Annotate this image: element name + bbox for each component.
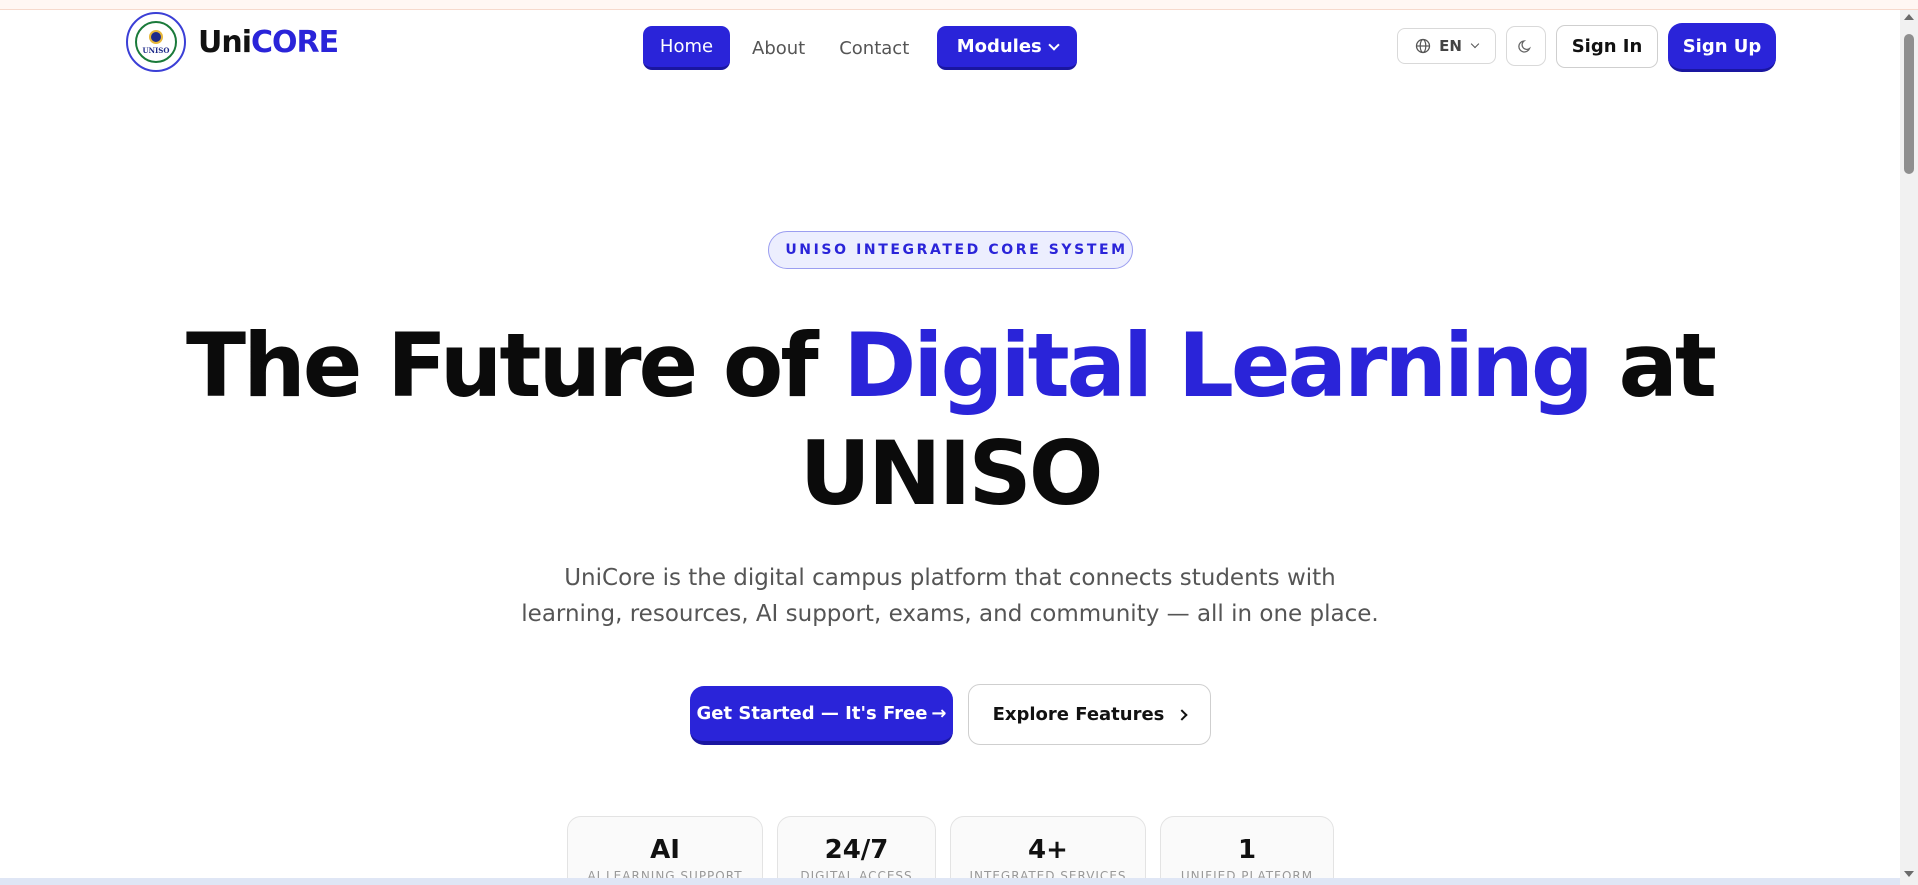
stat-value: 4+ xyxy=(1028,835,1068,865)
hero-eyebrow-badge: UNISO INTEGRATED CORE SYSTEM xyxy=(768,231,1133,269)
browser-top-strip xyxy=(0,0,1918,10)
brand-name-part1: Uni xyxy=(198,24,252,60)
brand-wordmark: UniCORE xyxy=(198,24,339,60)
headline-text-end: at xyxy=(1590,314,1716,417)
get-started-button[interactable]: Get Started — It's Free → xyxy=(690,686,953,745)
subtitle-line2: learning, resources, AI support, exams, … xyxy=(521,601,1379,627)
stat-card-platform: 1 UNIFIED PLATFORM xyxy=(1160,816,1334,885)
nav-home-link[interactable]: Home xyxy=(643,26,730,70)
stat-card-ai: AI AI LEARNING SUPPORT xyxy=(567,816,763,885)
explore-features-label: Explore Features xyxy=(992,704,1165,725)
hero-headline: The Future of Digital Learning at UNISO xyxy=(0,312,1900,528)
stat-value: 1 xyxy=(1237,835,1257,865)
subtitle-line1: UniCore is the digital campus platform t… xyxy=(564,565,1336,591)
chevron-down-icon xyxy=(1048,38,1060,51)
sign-in-button[interactable]: Sign In xyxy=(1556,25,1658,68)
modules-dropdown-button[interactable]: Modules xyxy=(937,26,1078,70)
scroll-down-arrow-icon[interactable] xyxy=(1904,871,1914,877)
chevron-down-icon xyxy=(1470,39,1480,49)
headline-text-start: The Future of xyxy=(186,314,844,417)
chevron-right-icon xyxy=(1176,708,1189,721)
headline-line2: UNISO xyxy=(799,422,1103,525)
nav-about-link[interactable]: About xyxy=(752,38,805,59)
headline-accent: Digital Learning xyxy=(843,314,1594,417)
nav-contact-link[interactable]: Contact xyxy=(839,38,909,59)
stat-card-access: 24/7 DIGITAL ACCESS xyxy=(777,816,936,885)
hero-subtitle: UniCore is the digital campus platform t… xyxy=(0,560,1900,632)
sign-up-button[interactable]: Sign Up xyxy=(1668,23,1776,72)
scroll-thumb[interactable] xyxy=(1904,34,1914,174)
main-nav: Home About Contact Modules xyxy=(643,26,1078,70)
stat-value: 24/7 xyxy=(824,835,889,865)
globe-icon xyxy=(1415,38,1431,54)
language-selector[interactable]: EN xyxy=(1397,28,1496,64)
arrow-right-icon: → xyxy=(931,703,947,724)
stat-card-services: 4+ INTEGRATED SERVICES xyxy=(950,816,1146,885)
brand-name-part2: CORE xyxy=(251,24,339,60)
theme-toggle-button[interactable] xyxy=(1506,26,1546,66)
moon-icon xyxy=(1518,40,1531,53)
language-label: EN xyxy=(1439,37,1462,55)
viewport-bottom-edge xyxy=(0,878,1900,885)
get-started-label: Get Started — It's Free xyxy=(696,703,928,724)
modules-label: Modules xyxy=(956,36,1042,57)
brand-logo[interactable]: UNISO UniCORE xyxy=(126,12,339,72)
stat-value: AI xyxy=(650,835,680,865)
uniso-seal-icon: UNISO xyxy=(126,12,186,72)
explore-features-button[interactable]: Explore Features xyxy=(968,684,1211,745)
scroll-up-arrow-icon[interactable] xyxy=(1904,14,1914,20)
page-scrollbar[interactable] xyxy=(1900,10,1918,885)
